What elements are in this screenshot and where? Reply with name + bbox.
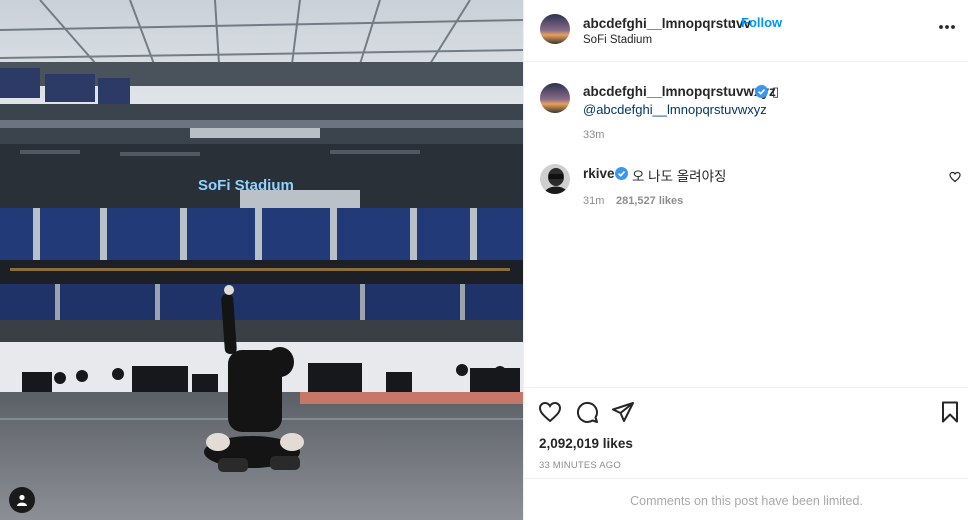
verified-badge-icon: [615, 167, 628, 180]
post-actions: 2,092,019 likes 33 MINUTES AGO Comments …: [524, 387, 968, 520]
save-icon[interactable]: [938, 400, 962, 424]
comments-limited-notice: Comments on this post have been limited.: [524, 478, 968, 520]
share-icon[interactable]: [611, 400, 635, 424]
stadium-sign-text: SoFi Stadium: [198, 177, 294, 194]
caption-time: 33m: [583, 129, 605, 141]
more-options-icon[interactable]: [938, 24, 956, 30]
comment-text: 오 나도 올려야징: [632, 169, 727, 184]
author-avatar[interactable]: [540, 14, 570, 44]
post-timestamp: 33 MINUTES AGO: [539, 460, 621, 471]
likes-count[interactable]: 2,092,019 likes: [539, 436, 633, 451]
like-icon[interactable]: [538, 400, 562, 424]
comment-likes[interactable]: 281,527 likes: [616, 195, 683, 207]
location-link[interactable]: SoFi Stadium: [583, 34, 652, 46]
user-tag-icon: [17, 494, 27, 506]
caption-emoji: ▯: [772, 84, 780, 99]
comment-username[interactable]: rkive: [583, 166, 615, 181]
author-username[interactable]: abcdefghi__lmnopqrstuvv: [583, 16, 751, 31]
follow-button[interactable]: Follow: [741, 15, 782, 30]
comment-icon[interactable]: [575, 400, 599, 424]
comment-avatar[interactable]: [540, 164, 570, 194]
verified-badge-icon: [755, 85, 768, 98]
caption-mention-link[interactable]: @abcdefghi__lmnopqrstuvwxyz: [583, 102, 767, 117]
post-photo[interactable]: SoFi Stadium: [0, 0, 523, 520]
post-header: abcdefghi__lmnopqrstuvv • Follow SoFi St…: [524, 0, 968, 62]
separator-dot: •: [731, 16, 735, 28]
comment-time: 31m: [583, 195, 605, 207]
caption-avatar[interactable]: [540, 83, 570, 113]
caption-username[interactable]: abcdefghi__lmnopqrstuvwxyz: [583, 84, 776, 99]
comment-like-icon[interactable]: [949, 171, 961, 183]
user-tag-button[interactable]: [9, 487, 35, 513]
post-panel: abcdefghi__lmnopqrstuvv • Follow SoFi St…: [523, 0, 968, 520]
stadium-photo: SoFi Stadium: [0, 0, 523, 520]
